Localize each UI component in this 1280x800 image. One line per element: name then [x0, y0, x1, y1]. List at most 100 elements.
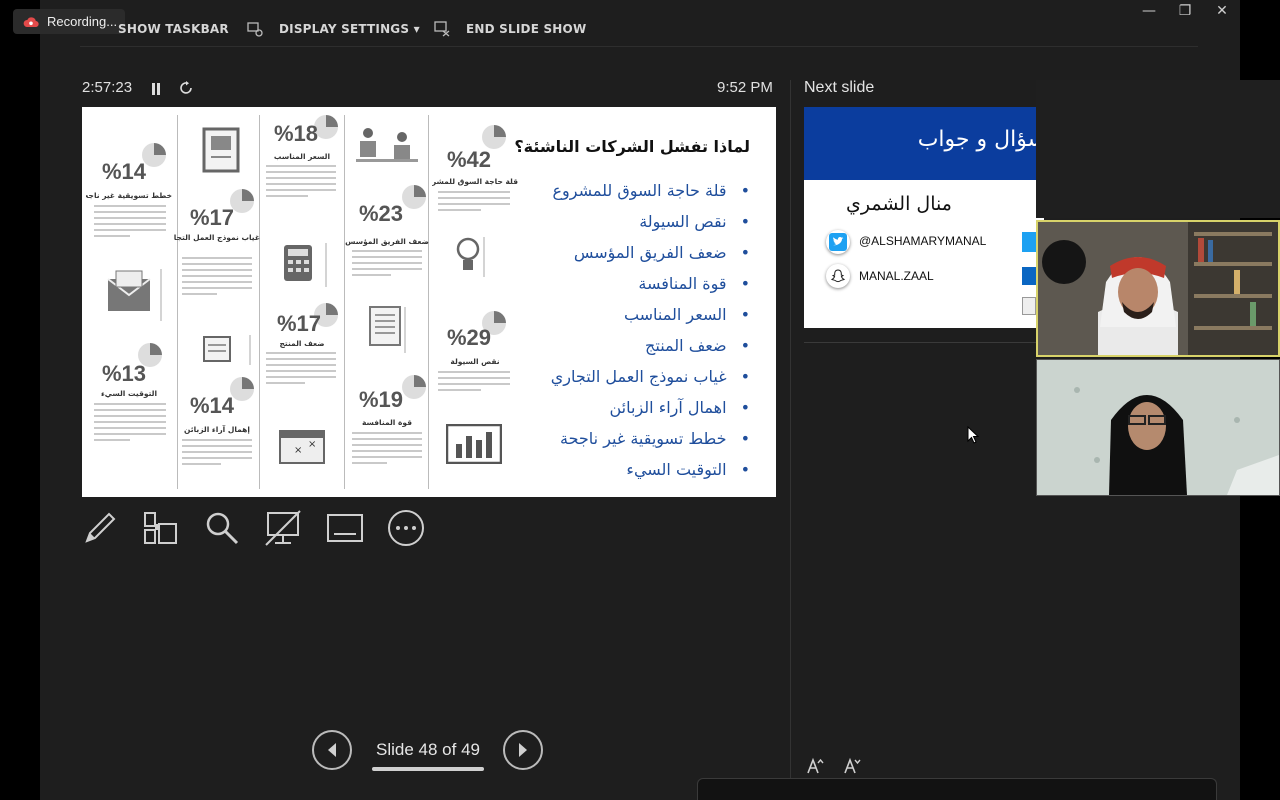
display-settings-button[interactable]: DISPLAY SETTINGS ▾ — [247, 20, 420, 38]
bar-chart-icon — [446, 424, 502, 464]
pause-icon[interactable] — [150, 81, 162, 100]
list-item: ضعف المنتج — [510, 330, 750, 361]
stat-title: التوقيت السيء — [100, 389, 158, 398]
document-icon — [369, 306, 406, 353]
list-item: قلة حاجة السوق للمشروع — [510, 175, 750, 206]
next-slide-label: Next slide — [804, 79, 875, 96]
stat-title: ضعف المنتج — [279, 339, 325, 348]
stat-title: ضعف الفريق المؤسس — [345, 237, 429, 246]
clock: 9:52 PM — [717, 79, 773, 96]
list-item: نقص السيولة — [510, 206, 750, 237]
next-slide-divider — [804, 342, 1036, 343]
black-screen-button[interactable] — [263, 508, 303, 548]
list-item: خطط تسويقية غير ناجحة — [510, 423, 750, 454]
list-item: التوقيت السيء — [510, 454, 750, 485]
mouse-cursor-icon — [967, 426, 979, 444]
receipt-icon — [203, 335, 251, 365]
participant-video — [1038, 222, 1278, 355]
close-icon[interactable]: ✕ — [1212, 3, 1232, 21]
calculator-icon — [284, 243, 327, 287]
paragraph-text — [94, 205, 166, 241]
stat-value: %23 — [359, 201, 404, 226]
list-item: ضعف الفريق المؤسس — [510, 237, 750, 268]
black-screen-icon — [265, 510, 301, 546]
restart-icon[interactable] — [178, 80, 194, 100]
subtitles-button[interactable] — [325, 508, 365, 548]
svg-text:×: × — [308, 439, 316, 450]
panel-divider — [790, 80, 791, 800]
slide-title: لماذا تفشل الشركات الناشئة؟ — [514, 137, 750, 156]
snapchat-icon — [1022, 297, 1036, 315]
end-slide-show-button[interactable]: END SLIDE SHOW — [434, 20, 586, 38]
recording-label: Recording... — [47, 14, 118, 29]
certificate-icon — [202, 127, 240, 173]
zoom-icon — [206, 512, 239, 545]
snapchat-handle: MANAL.ZAAL — [859, 269, 934, 283]
show-taskbar-button[interactable]: SHOW TASKBAR — [118, 20, 229, 38]
paragraph-text — [438, 191, 510, 215]
show-taskbar-label: SHOW TASKBAR — [118, 22, 229, 36]
next-icon — [519, 743, 527, 757]
paragraph-text — [182, 439, 252, 469]
stat-value: %42 — [447, 147, 492, 172]
stat-title: خطط تسويقية غير ناجحة — [86, 191, 172, 200]
video-tile-empty[interactable] — [1036, 80, 1280, 218]
next-slide-preview[interactable]: سؤال و جواب منال الشمري @ALSHAMARYMANAL … — [804, 107, 1044, 328]
presenter-name: منال الشمري — [846, 193, 952, 215]
paragraph-text — [94, 403, 166, 445]
twitter-icon — [826, 230, 850, 254]
pie-icon — [402, 185, 426, 209]
paragraph-text — [352, 432, 422, 468]
snapchat-icon — [826, 264, 850, 288]
paragraph-text — [182, 257, 252, 299]
previous-slide-button[interactable] — [312, 730, 352, 770]
current-slide: لماذا تفشل الشركات الناشئة؟ قلة حاجة الس… — [82, 107, 776, 497]
pen-tool-button[interactable] — [80, 508, 120, 548]
list-item: اهمال آراء الزبائن — [510, 392, 750, 423]
next-slide-header: سؤال و جواب — [804, 107, 1044, 180]
see-all-slides-button[interactable] — [140, 508, 180, 548]
video-tile-participant[interactable] — [1036, 359, 1280, 496]
participant-video — [1037, 360, 1279, 495]
end-slide-show-label: END SLIDE SHOW — [466, 22, 587, 36]
speaker-notes-panel[interactable] — [697, 778, 1217, 800]
stat-value: %29 — [447, 325, 492, 350]
previous-icon — [328, 743, 336, 757]
stat-value: %18 — [274, 121, 319, 146]
linkedin-icon — [1022, 267, 1036, 285]
pie-icon — [402, 375, 426, 399]
envelope-icon — [107, 269, 162, 321]
slide-counter[interactable]: Slide 48 of 49 — [372, 740, 484, 760]
decrease-font-size-button[interactable] — [843, 757, 861, 779]
calendar-icon: ×× — [279, 430, 325, 464]
zoom-button[interactable] — [202, 508, 242, 548]
more-options-button[interactable] — [386, 508, 426, 548]
elapsed-timer: 2:57:23 — [82, 79, 133, 96]
cloud-record-icon — [23, 16, 39, 27]
all-slides-icon — [144, 512, 177, 544]
restore-icon[interactable]: ❐ — [1175, 3, 1195, 21]
end-show-icon — [434, 21, 450, 37]
next-slide-button[interactable] — [503, 730, 543, 770]
stat-value: %14 — [102, 159, 147, 184]
stat-title: قوة المنافسة — [361, 418, 413, 427]
pie-icon — [482, 125, 506, 149]
minimize-icon[interactable]: — — [1139, 3, 1159, 21]
recording-indicator[interactable]: Recording... — [13, 9, 125, 34]
list-item: قوة المنافسة — [510, 268, 750, 299]
video-tile-active-speaker[interactable] — [1036, 220, 1280, 357]
bullet-list: قلة حاجة السوق للمشروع نقص السيولة ضعف ا… — [510, 175, 750, 485]
stat-title: نقص السيولة — [450, 357, 500, 366]
stat-value: %19 — [359, 387, 404, 412]
pen-icon — [85, 512, 116, 543]
paragraph-text — [266, 352, 336, 388]
stat-title: السعر المناسب — [273, 152, 331, 161]
more-options-icon — [388, 510, 424, 546]
svg-text:×: × — [294, 445, 302, 456]
lightbulb-icon — [456, 237, 485, 277]
slide-progress-bar — [372, 767, 484, 771]
twitter-icon — [1022, 232, 1036, 252]
stat-title: قلة حاجة السوق للمشروع — [432, 177, 518, 186]
increase-font-size-button[interactable] — [806, 757, 824, 779]
list-item: غياب نموذج العمل التجاري — [510, 361, 750, 392]
